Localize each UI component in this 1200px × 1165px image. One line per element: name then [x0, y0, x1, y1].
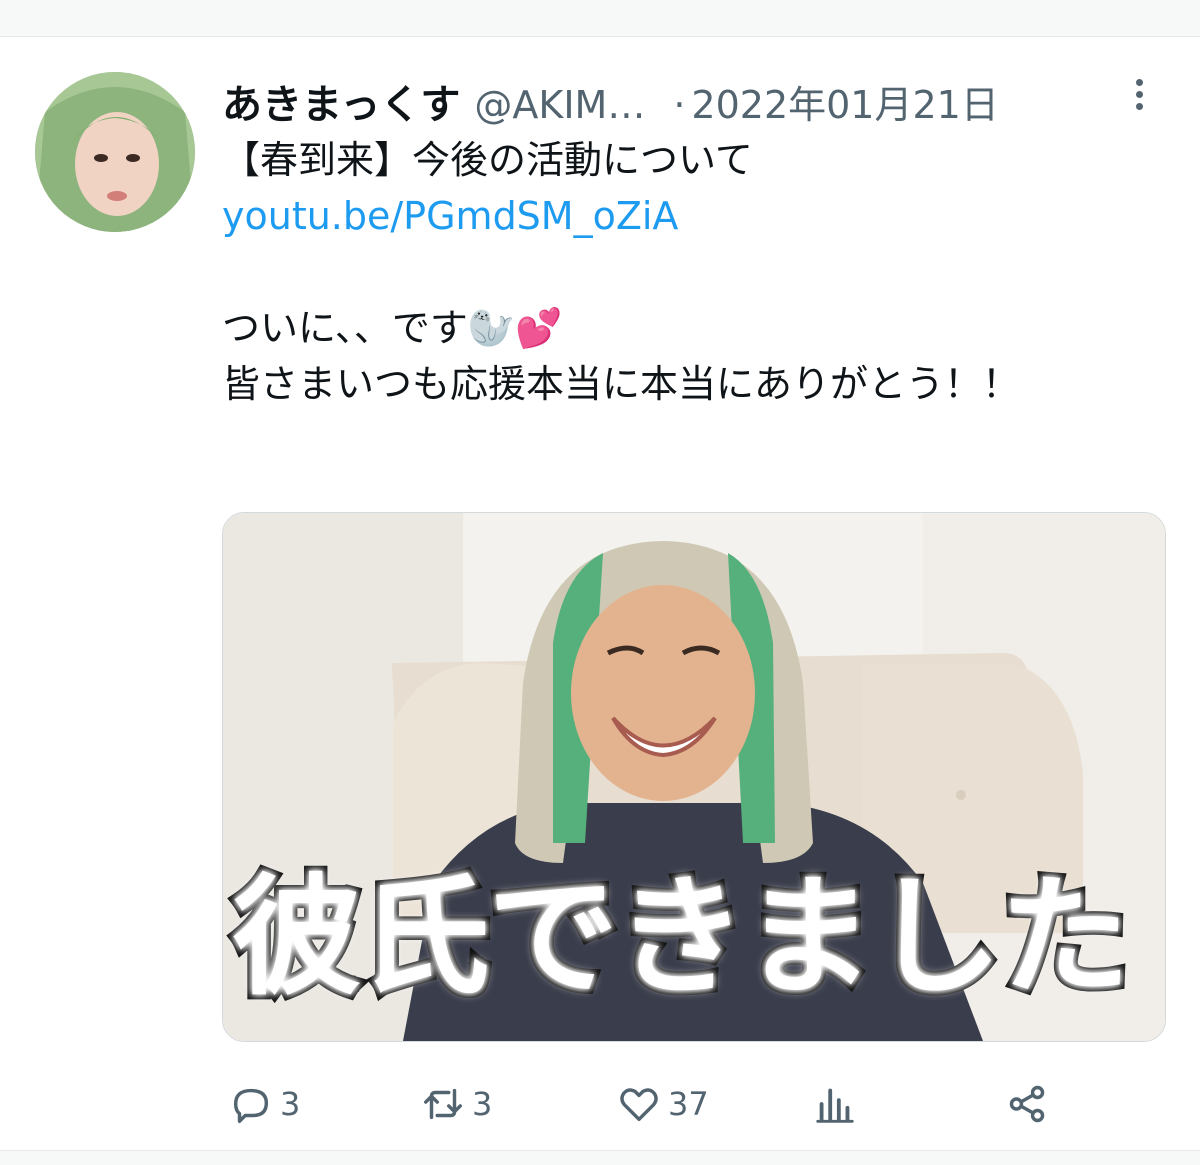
- tweet-link[interactable]: youtu.be/PGmdSM_oZiA: [222, 188, 1142, 244]
- analytics-icon: [816, 1088, 854, 1123]
- top-divider: [0, 0, 1200, 37]
- like-count: 37: [668, 1085, 709, 1123]
- tweet-text: 【春到来】今後の活動について youtu.be/PGmdSM_oZiA ついに、…: [222, 132, 1142, 412]
- share-button[interactable]: [1004, 1074, 1050, 1134]
- media-caption: 彼氏できました: [227, 856, 1135, 1018]
- retweet-count: 3: [472, 1085, 493, 1123]
- user-handle[interactable]: @AKIM…: [474, 83, 645, 127]
- retweet-icon: [424, 1088, 462, 1120]
- tweet-actions: 3 3 37: [222, 1074, 1164, 1134]
- reply-icon: [233, 1088, 269, 1123]
- avatar-image: [35, 72, 195, 232]
- bottom-divider: [0, 1150, 1200, 1165]
- reply-button[interactable]: 3: [228, 1074, 300, 1134]
- retweet-button[interactable]: 3: [420, 1074, 492, 1134]
- share-icon: [1009, 1085, 1045, 1123]
- like-button[interactable]: 37: [616, 1074, 709, 1134]
- display-name[interactable]: あきまっくす: [222, 82, 460, 128]
- tweet-title-line: 【春到来】今後の活動について: [222, 138, 753, 182]
- reply-count: 3: [280, 1085, 301, 1123]
- more-options-icon[interactable]: [1124, 74, 1154, 118]
- tweet-text-line: 皆さまいつも応援本当に本当にありがとう！！: [222, 362, 1021, 406]
- tweet-header: あきまっくす @AKIM… · 2022年01月21日: [222, 72, 1152, 128]
- header-separator: ·: [673, 83, 686, 127]
- heart-icon: [620, 1088, 658, 1122]
- analytics-button[interactable]: [812, 1074, 858, 1134]
- tweet-text-line: ついに、、です🦭💕: [222, 306, 563, 350]
- avatar[interactable]: [35, 72, 195, 232]
- tweet-date[interactable]: 2022年01月21日: [691, 83, 998, 127]
